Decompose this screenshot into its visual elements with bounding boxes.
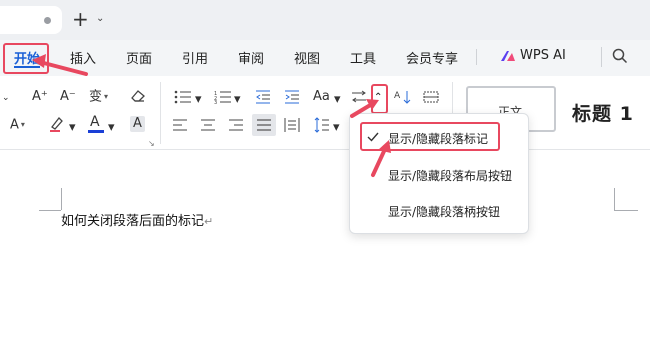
distributed-align-icon[interactable]: [284, 117, 300, 133]
crop-mark: [614, 210, 638, 211]
group-divider: [160, 82, 161, 144]
font-color-bar: [88, 130, 104, 133]
wps-ai-logo-icon: [501, 51, 515, 61]
chevron-down-icon[interactable]: ▾: [234, 92, 241, 108]
table-border-icon[interactable]: [423, 91, 439, 103]
align-justify-icon: [257, 119, 271, 131]
document-paragraph: 如何关闭段落后面的标记: [61, 214, 205, 229]
chevron-down-icon[interactable]: ▾: [69, 120, 76, 136]
dropdown-item-highlight: [360, 122, 500, 151]
bullet-list-icon[interactable]: [174, 90, 192, 104]
tab-tools[interactable]: 工具: [350, 48, 376, 67]
tab-page[interactable]: 页面: [126, 48, 152, 67]
dropdown-item-toggle-layout-buttons[interactable]: 显示/隐藏段落布局按钮: [388, 167, 512, 184]
crop-mark: [614, 188, 615, 210]
font-grow-button[interactable]: A⁺: [32, 89, 48, 105]
chevron-down-icon[interactable]: ⌄: [96, 13, 104, 24]
decrease-indent-icon[interactable]: [255, 90, 271, 104]
eraser-icon[interactable]: [130, 89, 146, 103]
phonetic-guide-button[interactable]: 变 ▾: [89, 89, 108, 106]
unsaved-dot-icon: [44, 17, 51, 24]
phonetic-guide-label: 变: [89, 89, 103, 105]
new-tab-button[interactable]: +: [72, 8, 89, 30]
chevron-down-icon[interactable]: ▾: [334, 92, 341, 108]
align-center-icon[interactable]: [200, 119, 216, 131]
document-canvas[interactable]: [0, 150, 650, 356]
tab-home-highlight: [3, 43, 49, 74]
search-icon[interactable]: [612, 48, 628, 64]
chevron-down-icon[interactable]: ▾: [333, 120, 340, 136]
text-direction-icon[interactable]: [351, 90, 367, 104]
tab-references[interactable]: 引用: [182, 48, 208, 67]
chevron-down-icon[interactable]: ▾: [108, 120, 115, 136]
numbered-list-icon[interactable]: 1 2 3: [214, 90, 232, 104]
document-body-text[interactable]: 如何关闭段落后面的标记↵: [61, 210, 213, 229]
text-shading-button[interactable]: A: [130, 116, 145, 132]
highlighter-icon[interactable]: [48, 116, 66, 132]
font-shrink-button[interactable]: A⁻: [60, 89, 76, 105]
menu-divider: [601, 47, 602, 67]
chevron-down-icon[interactable]: ▾: [104, 92, 108, 101]
chevron-down-icon[interactable]: ▾: [195, 92, 202, 108]
justify-button[interactable]: [252, 114, 276, 136]
align-right-icon[interactable]: [228, 119, 244, 131]
menu-divider: [476, 49, 477, 65]
tab-wps-ai[interactable]: WPS AI: [520, 48, 566, 63]
font-size-chevron-icon[interactable]: ⌄: [2, 90, 10, 106]
increase-indent-icon[interactable]: [284, 90, 300, 104]
text-effect-icon: A: [10, 117, 19, 133]
tab-review[interactable]: 审阅: [238, 48, 264, 67]
paragraph-options-highlight: [371, 84, 388, 114]
dropdown-item-toggle-handle-buttons[interactable]: 显示/隐藏段落柄按钮: [388, 203, 500, 220]
crop-mark: [61, 188, 62, 210]
font-color-button[interactable]: A: [90, 114, 100, 130]
align-left-icon[interactable]: [172, 119, 188, 131]
line-spacing-icon[interactable]: [314, 117, 330, 133]
document-tab[interactable]: [0, 6, 62, 34]
tab-member[interactable]: 会员专享: [406, 48, 458, 67]
svg-text:3: 3: [214, 100, 217, 104]
style-heading1-card[interactable]: 标题 1: [572, 99, 634, 126]
title-bar: + ⌄: [0, 0, 650, 40]
svg-text:A: A: [394, 91, 401, 101]
sort-icon[interactable]: A: [394, 89, 412, 105]
text-effect-button[interactable]: A ▾: [10, 117, 25, 134]
change-case-button[interactable]: Aa: [313, 89, 330, 105]
chevron-down-icon[interactable]: ▾: [21, 120, 25, 129]
tab-view[interactable]: 视图: [294, 48, 320, 67]
tab-insert[interactable]: 插入: [70, 48, 96, 67]
paragraph-mark: ↵: [204, 215, 214, 228]
crop-mark: [39, 210, 61, 211]
